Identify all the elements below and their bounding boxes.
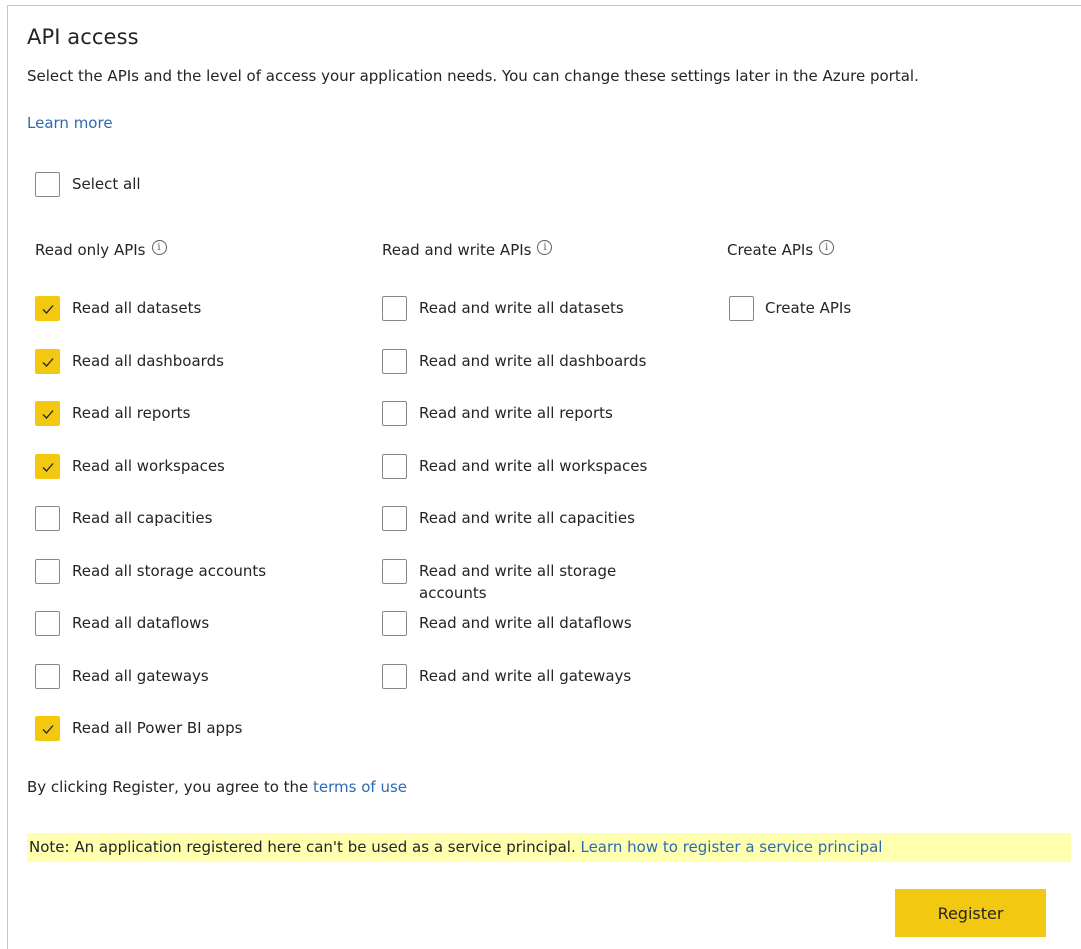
info-icon[interactable]: i [151,239,167,255]
checkmark-icon [42,462,54,472]
read-only-checkbox[interactable] [35,558,60,584]
read-write-item-label: Read and write all datasets [419,299,624,317]
read-only-checkbox[interactable] [35,506,60,531]
read-write-item-label: Read and write all workspaces [419,456,648,475]
read-only-checkbox[interactable] [35,611,60,636]
checkmark-icon [42,725,54,734]
learn-more-link[interactable]: Learn more [27,114,113,132]
read-only-heading: Read only APIs i [35,239,167,259]
checkmark-icon [42,410,54,419]
create-heading-text: Create APIs [727,241,814,259]
register-button[interactable]: Register [895,889,1046,937]
read-only-item-label: Read all storage accounts [72,561,267,580]
read-only-item-label: Read all datasets [72,299,202,317]
create-item-label: Create APIs [765,299,852,317]
info-icon[interactable]: i [537,239,553,255]
read-only-checkbox[interactable] [35,296,60,321]
read-only-item-label: Read all dashboards [72,351,224,370]
read-write-checkbox[interactable] [382,348,407,374]
read-only-item-label: Read all dataflows [72,614,210,632]
read-write-checkbox[interactable] [382,401,407,426]
read-only-item-label: Read all gateways [72,666,209,685]
read-only-item-label: Read all reports [72,404,191,422]
description-text: Select the APIs and the level of access … [27,67,919,85]
read-only-item-label: Read all workspaces [72,456,225,475]
service-principal-note: Note: An application registered here can… [27,833,1071,862]
checkmark-icon [42,357,54,367]
read-write-checkbox[interactable] [382,296,407,321]
read-only-checkbox[interactable] [35,453,60,479]
read-write-item-label: Read and write all gateways [419,666,632,685]
terms-text: By clicking Register, you agree to the t… [27,778,407,796]
read-write-heading: Read and write APIs i [382,239,553,259]
read-only-checkbox[interactable] [35,663,60,689]
select-all-checkbox[interactable] [35,172,60,197]
create-heading: Create APIs i [727,239,835,259]
read-only-item-label: Read all capacities [72,509,213,527]
read-write-checkbox[interactable] [382,558,407,584]
read-only-item-label: Read all Power BI apps [72,719,243,737]
read-write-checkbox[interactable] [382,663,407,689]
api-access-panel [7,5,1081,949]
read-write-item-label: Read and write all dashboards [419,351,647,370]
read-only-checkbox[interactable] [35,401,60,426]
read-write-heading-text: Read and write APIs [382,241,532,259]
create-checkbox[interactable] [729,296,754,321]
read-only-checkbox[interactable] [35,348,60,374]
note-text: Note: An application registered here can… [29,838,581,856]
terms-of-use-link[interactable]: terms of use [313,778,407,796]
read-write-item-label: Read and write all dataflows [419,614,632,632]
checkmark-icon [42,305,54,314]
register-service-principal-link[interactable]: Learn how to register a service principa… [580,838,882,856]
read-only-checkbox[interactable] [35,716,60,741]
read-write-item-label-line2: accounts [419,583,487,602]
read-write-item-label: Read and write all storage [419,561,617,580]
terms-prefix: By clicking Register, you agree to the [27,778,314,796]
info-icon[interactable]: i [819,239,835,255]
read-write-checkbox[interactable] [382,611,407,636]
read-write-item-label: Read and write all capacities [419,509,635,527]
read-write-checkbox[interactable] [382,453,407,479]
read-write-checkbox[interactable] [382,506,407,531]
page-title: API access [27,25,139,49]
read-write-item-label: Read and write all reports [419,404,613,422]
select-all-label: Select all [72,175,141,193]
read-only-heading-text: Read only APIs [35,241,146,259]
